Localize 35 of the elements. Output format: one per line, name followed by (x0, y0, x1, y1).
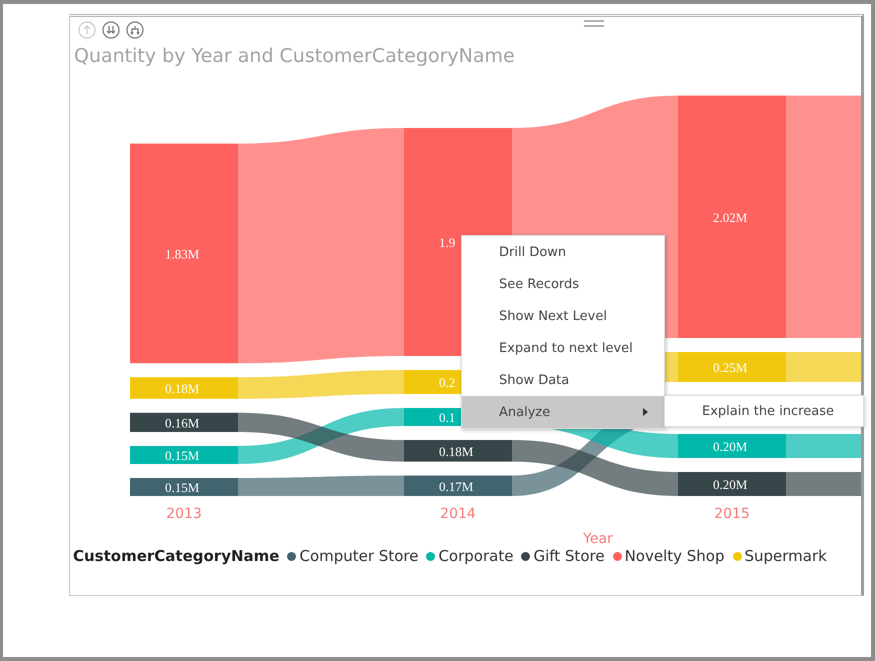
data-label: 0.16M (165, 415, 200, 430)
axis-label: 2014 (440, 506, 476, 522)
legend-label: Computer Store (299, 547, 418, 565)
axis-title: Year (583, 531, 613, 547)
legend-label: Supermark (744, 547, 827, 565)
menu-icon[interactable] (584, 19, 604, 29)
menu-item[interactable]: Explain the increase (665, 396, 863, 426)
data-label: 0.18M (439, 444, 474, 459)
drill-down-icon[interactable] (102, 21, 120, 39)
data-label: 0.17M (439, 478, 474, 494)
data-label: 1.83M (165, 246, 200, 262)
menu-item[interactable]: Analyze (462, 396, 664, 428)
data-label: 0.18M (165, 381, 200, 396)
menu-item[interactable]: Show Next Level (462, 300, 664, 332)
data-label: 0.20M (713, 439, 748, 454)
data-label: 0.1 (439, 410, 456, 425)
axis-label: 2015 (714, 506, 750, 522)
menu-item[interactable]: See Records (462, 268, 664, 300)
data-label: 0.20M (713, 477, 748, 492)
data-label: 1.9 (439, 235, 456, 250)
chart-title: Quantity by Year and CustomerCategoryName (73, 45, 516, 67)
legend-label: Corporate (438, 547, 514, 565)
menu-item[interactable]: Expand to next level (462, 332, 664, 364)
expand-icon[interactable] (126, 21, 144, 39)
legend-title: CustomerCategoryName (73, 547, 280, 565)
data-label: 0.15M (165, 448, 200, 463)
data-label: 2.02M (713, 210, 748, 225)
menu-item[interactable]: Show Data (462, 364, 664, 396)
data-label: 0.2 (439, 375, 456, 390)
menu-item[interactable]: Drill Down (462, 236, 664, 268)
axis-label: 2013 (166, 506, 202, 522)
legend-label: Gift Store (533, 547, 605, 565)
data-label: 0.25M (713, 360, 748, 375)
data-label: 0.15M (165, 480, 200, 495)
legend-label: Novelty Shop (624, 547, 724, 565)
